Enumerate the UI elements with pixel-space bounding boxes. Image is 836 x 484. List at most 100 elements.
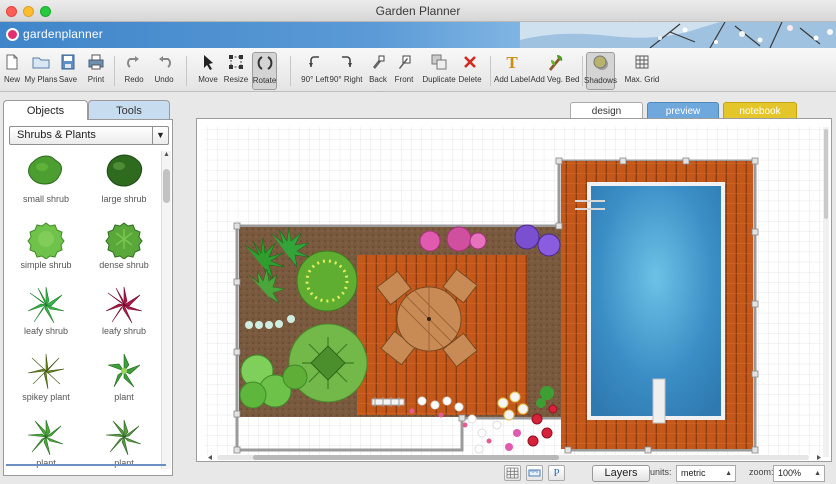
tab-tools[interactable]: Tools	[88, 100, 170, 120]
move-button[interactable]: Move	[198, 52, 218, 90]
object-label: plant	[36, 458, 56, 468]
save-icon	[61, 54, 75, 70]
redo-label: Redo	[124, 75, 144, 84]
text-label-icon: T	[506, 53, 518, 72]
add-label-label: Add Label	[493, 75, 531, 84]
toolbar: New My Plans Save Print Redo Undo Move R…	[0, 48, 836, 92]
grid-icon	[506, 467, 519, 479]
objects-panel: Shrubs & Plants ▼ small shrub large shru…	[3, 119, 173, 476]
rotate-90-left-button[interactable]: 90° Left	[301, 52, 329, 90]
add-label-button[interactable]: T Add Label	[493, 52, 531, 90]
tab-design[interactable]: design	[570, 102, 643, 119]
new-button[interactable]: New	[2, 52, 22, 90]
undo-button[interactable]: Undo	[154, 52, 174, 90]
new-label: New	[3, 75, 20, 84]
units-select[interactable]: metric ▲	[676, 465, 736, 482]
dense-shrub-icon	[105, 222, 143, 259]
ruler-toggle-button[interactable]	[526, 465, 543, 481]
tab-objects[interactable]: Objects	[3, 100, 88, 120]
object-item[interactable]: spikey plant	[7, 351, 85, 415]
ruler-icon	[528, 469, 541, 477]
left-sidebar: Objects Tools Shrubs & Plants ▼ small sh…	[0, 100, 176, 484]
close-window-button[interactable]	[6, 6, 17, 17]
zoom-window-button[interactable]	[40, 6, 51, 17]
layers-button[interactable]: Layers	[592, 465, 650, 482]
duplicate-icon	[431, 54, 447, 70]
flower-logo-icon	[6, 27, 19, 41]
svg-text:T: T	[506, 53, 518, 72]
text-tool-button[interactable]: P	[548, 465, 565, 481]
my-plans-label: My Plans	[24, 75, 58, 84]
canvas-horizontal-scrollbar[interactable]	[205, 453, 825, 462]
redo-icon	[127, 56, 139, 68]
app-window: Garden Planner gardenplanner New My Plan…	[0, 0, 836, 484]
object-item[interactable]: plant	[85, 351, 160, 415]
save-button[interactable]: Save	[58, 52, 78, 90]
garden-plan[interactable]	[197, 119, 831, 461]
zoom-select[interactable]: 100% ▲	[773, 465, 825, 482]
shadows-icon	[593, 55, 608, 70]
redo-button[interactable]: Redo	[124, 52, 144, 90]
object-label: spikey plant	[22, 392, 70, 402]
object-item[interactable]: leafy shrub	[7, 285, 85, 349]
back-button[interactable]: Back	[368, 52, 388, 90]
design-canvas[interactable]	[196, 118, 832, 462]
duplicate-button[interactable]: Duplicate	[422, 52, 456, 90]
object-item[interactable]: dense shrub	[85, 219, 160, 283]
scroll-thumb[interactable]	[163, 169, 170, 203]
resize-label: Resize	[223, 75, 249, 84]
object-item[interactable]: small shrub	[7, 153, 85, 217]
toolbar-divider	[186, 56, 187, 86]
print-label: Print	[87, 75, 105, 84]
tab-preview[interactable]: preview	[647, 102, 719, 119]
scroll-up-icon[interactable]: ▲	[163, 151, 170, 158]
category-select[interactable]: Shrubs & Plants ▼	[9, 126, 169, 145]
rotate-90-left-label: 90° Left	[301, 75, 329, 84]
move-arrow-icon	[204, 55, 213, 70]
my-plans-button[interactable]: My Plans	[24, 52, 58, 90]
object-label: leafy shrub	[101, 326, 147, 336]
object-item[interactable]: simple shrub	[7, 219, 85, 283]
move-label: Move	[198, 75, 218, 84]
add-veg-bed-label: Add Veg. Bed	[530, 75, 580, 84]
rotate-90-right-label: 90° Right	[329, 75, 363, 84]
max-grid-label: Max. Grid	[624, 75, 660, 84]
object-item[interactable]: large shrub	[85, 153, 160, 217]
brand-banner: gardenplanner	[0, 22, 836, 48]
plant-icon	[107, 353, 141, 388]
object-label: small shrub	[22, 194, 69, 204]
resize-button[interactable]: Resize	[223, 52, 249, 90]
print-icon	[88, 54, 104, 70]
leafy-shrub-red-icon	[105, 286, 143, 324]
category-select-value: Shrubs & Plants	[17, 129, 96, 141]
print-button[interactable]: Print	[86, 52, 106, 90]
window-title: Garden Planner	[375, 4, 461, 18]
object-item[interactable]: leafy shrub	[85, 285, 160, 349]
add-veg-bed-button[interactable]: Add Veg. Bed	[531, 52, 579, 90]
rotate-button[interactable]: Rotate	[252, 52, 277, 90]
object-item[interactable]: plant	[7, 417, 85, 469]
undo-label: Undo	[154, 75, 174, 84]
toolbar-divider	[582, 56, 583, 86]
grid-toggle-button[interactable]	[504, 465, 521, 481]
shadows-label: Shadows	[584, 76, 617, 85]
max-grid-button[interactable]: Max. Grid	[624, 52, 660, 90]
front-button[interactable]: Front	[394, 52, 414, 90]
units-value: metric	[681, 468, 706, 478]
large-shrub-icon	[106, 154, 143, 187]
rotate-icon	[257, 56, 272, 70]
spikey-plant-icon	[27, 353, 65, 390]
front-label: Front	[394, 75, 414, 84]
bring-front-icon	[399, 55, 411, 69]
delete-button[interactable]: Delete	[458, 52, 482, 90]
object-item[interactable]: plant	[85, 417, 160, 469]
minimize-window-button[interactable]	[23, 6, 34, 17]
objects-scrollbar[interactable]: ▲	[161, 151, 171, 469]
object-label: leafy shrub	[23, 326, 69, 336]
tab-notebook[interactable]: notebook	[723, 102, 797, 119]
shadows-button[interactable]: Shadows	[584, 52, 617, 90]
duplicate-label: Duplicate	[422, 75, 456, 84]
grid-icon	[635, 55, 649, 69]
rotate-90-right-button[interactable]: 90° Right	[329, 52, 363, 90]
chevron-updown-icon: ▲	[814, 470, 821, 477]
